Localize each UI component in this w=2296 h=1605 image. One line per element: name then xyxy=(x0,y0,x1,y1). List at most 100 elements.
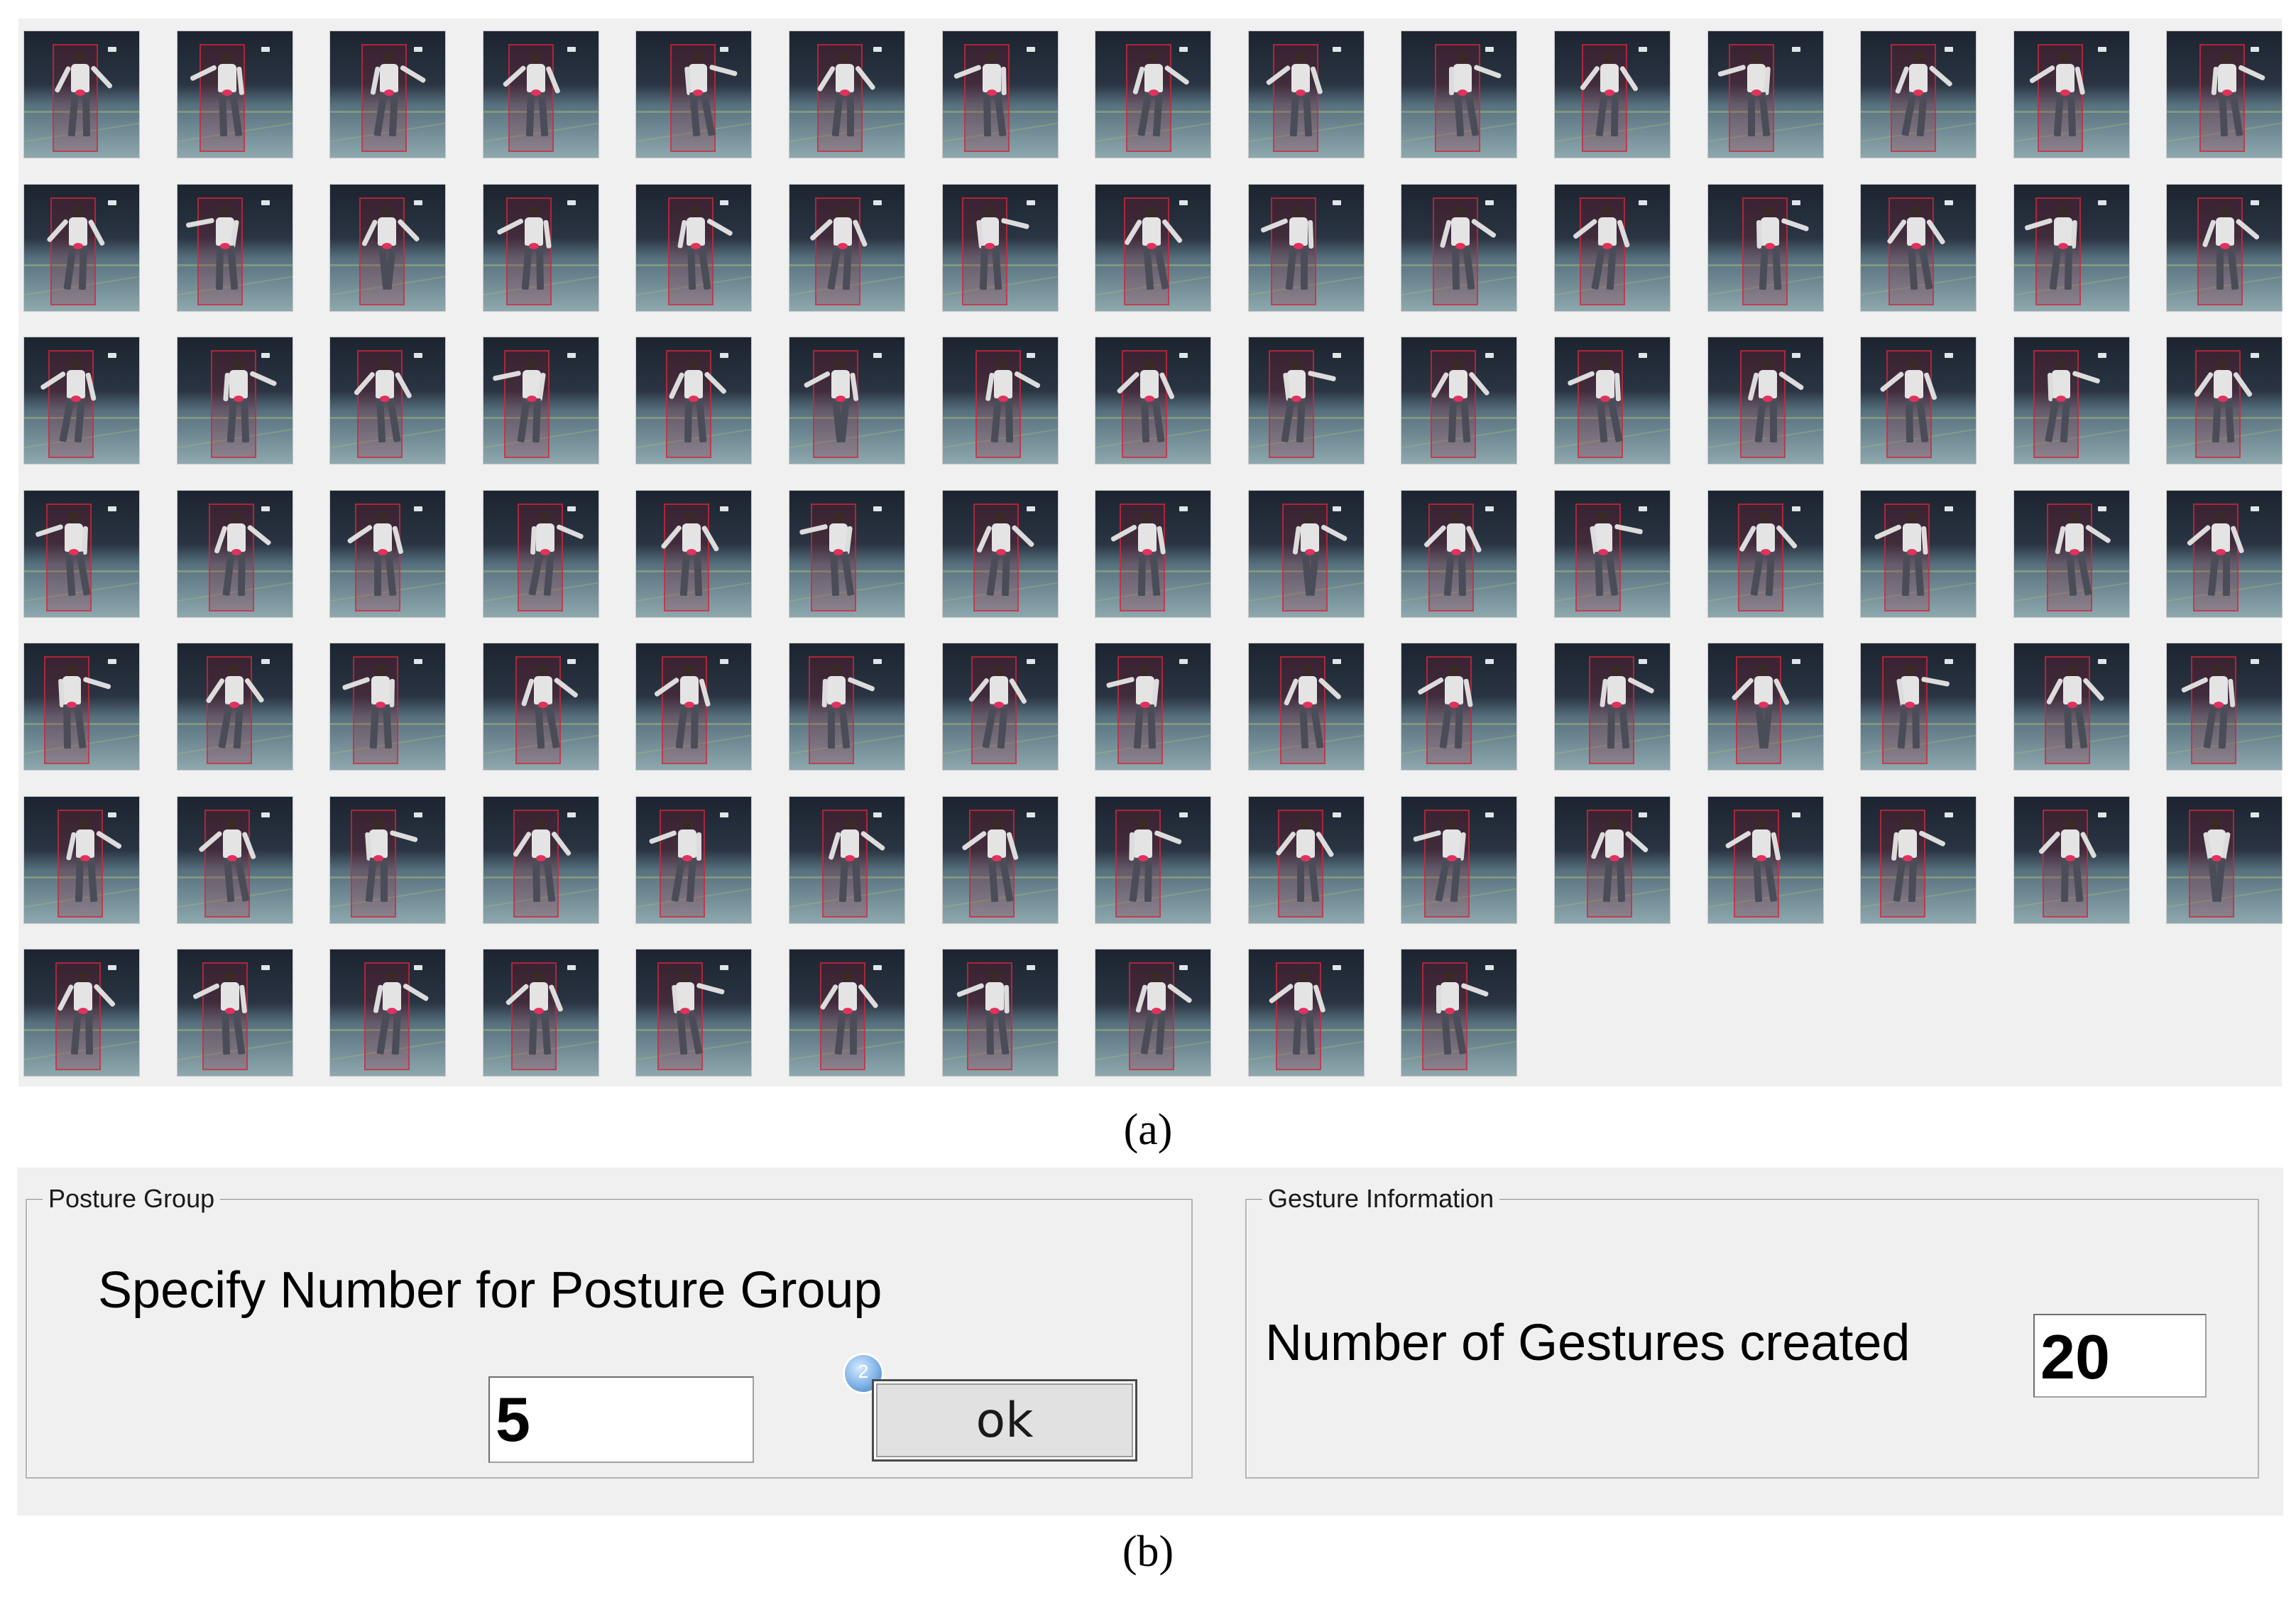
pose-thumbnail[interactable] xyxy=(1555,31,1670,158)
pose-thumbnail[interactable] xyxy=(943,643,1058,770)
pose-thumbnail[interactable] xyxy=(1861,643,1976,770)
pose-thumbnail[interactable] xyxy=(1708,31,1823,158)
pose-thumbnail[interactable] xyxy=(330,31,445,158)
pose-thumbnail[interactable] xyxy=(330,797,445,923)
pose-thumbnail[interactable] xyxy=(1555,337,1670,464)
pose-thumbnail[interactable] xyxy=(1708,337,1823,464)
pose-thumbnail[interactable] xyxy=(789,950,904,1076)
pose-thumbnail[interactable] xyxy=(789,797,904,923)
pose-thumbnail[interactable] xyxy=(636,491,751,617)
pose-thumbnail[interactable] xyxy=(1861,337,1976,464)
pose-thumbnail[interactable] xyxy=(789,337,904,464)
pose-thumbnail[interactable] xyxy=(1095,643,1210,770)
pose-thumbnail[interactable] xyxy=(2014,337,2129,464)
pose-thumbnail[interactable] xyxy=(177,797,293,923)
pose-thumbnail[interactable] xyxy=(1249,185,1364,311)
pose-thumbnail[interactable] xyxy=(1861,31,1976,158)
pose-thumbnail[interactable] xyxy=(1095,31,1210,158)
pose-thumbnail[interactable] xyxy=(943,31,1058,158)
posture-count-input[interactable]: 5 xyxy=(488,1376,754,1463)
pose-thumbnail[interactable] xyxy=(636,797,751,923)
pose-thumbnail[interactable] xyxy=(636,185,751,311)
pose-thumbnail[interactable] xyxy=(1249,31,1364,158)
pose-thumbnail[interactable] xyxy=(1555,643,1670,770)
pose-thumbnail[interactable] xyxy=(943,491,1058,617)
pose-thumbnail[interactable] xyxy=(2167,185,2282,311)
pose-thumbnail[interactable] xyxy=(24,31,139,158)
pose-thumbnail[interactable] xyxy=(330,950,445,1076)
pose-thumbnail[interactable] xyxy=(943,797,1058,923)
pose-thumbnail[interactable] xyxy=(943,185,1058,311)
pose-thumbnail[interactable] xyxy=(1249,491,1364,617)
pose-thumbnail[interactable] xyxy=(24,491,139,617)
pose-thumbnail[interactable] xyxy=(636,337,751,464)
pose-thumbnail[interactable] xyxy=(1401,797,1516,923)
pose-thumbnail[interactable] xyxy=(24,337,139,464)
pose-thumbnail[interactable] xyxy=(1095,491,1210,617)
pose-thumbnail[interactable] xyxy=(2167,491,2282,617)
pose-thumbnail[interactable] xyxy=(24,950,139,1076)
pose-thumbnail[interactable] xyxy=(1861,491,1976,617)
pose-thumbnail[interactable] xyxy=(483,337,598,464)
pose-thumbnail[interactable] xyxy=(636,643,751,770)
pose-thumbnail[interactable] xyxy=(636,31,751,158)
pose-thumbnail[interactable] xyxy=(330,643,445,770)
pose-thumbnail[interactable] xyxy=(483,797,598,923)
pose-thumbnail[interactable] xyxy=(483,950,598,1076)
pose-thumbnail[interactable] xyxy=(789,185,904,311)
pose-thumbnail[interactable] xyxy=(1861,185,1976,311)
pose-thumbnail[interactable] xyxy=(1095,797,1210,923)
pose-thumbnail[interactable] xyxy=(1401,643,1516,770)
pose-thumbnail[interactable] xyxy=(2014,797,2129,923)
pose-thumbnail[interactable] xyxy=(1708,797,1823,923)
pose-thumbnail[interactable] xyxy=(24,643,139,770)
pose-thumbnail[interactable] xyxy=(2014,491,2129,617)
pose-thumbnail[interactable] xyxy=(177,337,293,464)
pose-thumbnail[interactable] xyxy=(177,31,293,158)
pose-thumbnail[interactable] xyxy=(24,797,139,923)
pose-thumbnail[interactable] xyxy=(789,491,904,617)
pose-thumbnail[interactable] xyxy=(1095,185,1210,311)
pose-thumbnail[interactable] xyxy=(2014,185,2129,311)
pose-thumbnail[interactable] xyxy=(177,185,293,311)
pose-thumbnail[interactable] xyxy=(789,643,904,770)
pose-thumbnail[interactable] xyxy=(483,185,598,311)
pose-thumbnail[interactable] xyxy=(177,643,293,770)
pose-thumbnail[interactable] xyxy=(1401,185,1516,311)
pose-thumbnail[interactable] xyxy=(1249,643,1364,770)
pose-thumbnail[interactable] xyxy=(2167,31,2282,158)
pose-thumbnail[interactable] xyxy=(1249,797,1364,923)
pose-thumbnail[interactable] xyxy=(483,643,598,770)
pose-thumbnail[interactable] xyxy=(1249,337,1364,464)
pose-thumbnail[interactable] xyxy=(1401,491,1516,617)
pose-thumbnail[interactable] xyxy=(943,950,1058,1076)
pose-thumbnail[interactable] xyxy=(330,491,445,617)
ok-button[interactable]: ok xyxy=(872,1379,1137,1462)
pose-thumbnail[interactable] xyxy=(1401,950,1516,1076)
pose-thumbnail[interactable] xyxy=(1708,643,1823,770)
pose-thumbnail[interactable] xyxy=(330,337,445,464)
pose-thumbnail[interactable] xyxy=(330,185,445,311)
pose-thumbnail[interactable] xyxy=(2167,337,2282,464)
pose-thumbnail[interactable] xyxy=(1095,337,1210,464)
pose-thumbnail[interactable] xyxy=(483,31,598,158)
pose-thumbnail[interactable] xyxy=(1249,950,1364,1076)
pose-thumbnail[interactable] xyxy=(2167,797,2282,923)
pose-thumbnail[interactable] xyxy=(1095,950,1210,1076)
pose-thumbnail[interactable] xyxy=(177,491,293,617)
pose-thumbnail[interactable] xyxy=(24,185,139,311)
pose-thumbnail[interactable] xyxy=(1401,337,1516,464)
pose-thumbnail[interactable] xyxy=(1555,185,1670,311)
pose-thumbnail[interactable] xyxy=(636,950,751,1076)
pose-thumbnail[interactable] xyxy=(1555,797,1670,923)
pose-thumbnail[interactable] xyxy=(2014,643,2129,770)
pose-thumbnail[interactable] xyxy=(943,337,1058,464)
pose-thumbnail[interactable] xyxy=(789,31,904,158)
pose-thumbnail[interactable] xyxy=(1555,491,1670,617)
pose-thumbnail[interactable] xyxy=(1708,491,1823,617)
pose-thumbnail[interactable] xyxy=(177,950,293,1076)
pose-thumbnail[interactable] xyxy=(1401,31,1516,158)
pose-thumbnail[interactable] xyxy=(1708,185,1823,311)
pose-thumbnail[interactable] xyxy=(2167,643,2282,770)
pose-thumbnail[interactable] xyxy=(483,491,598,617)
